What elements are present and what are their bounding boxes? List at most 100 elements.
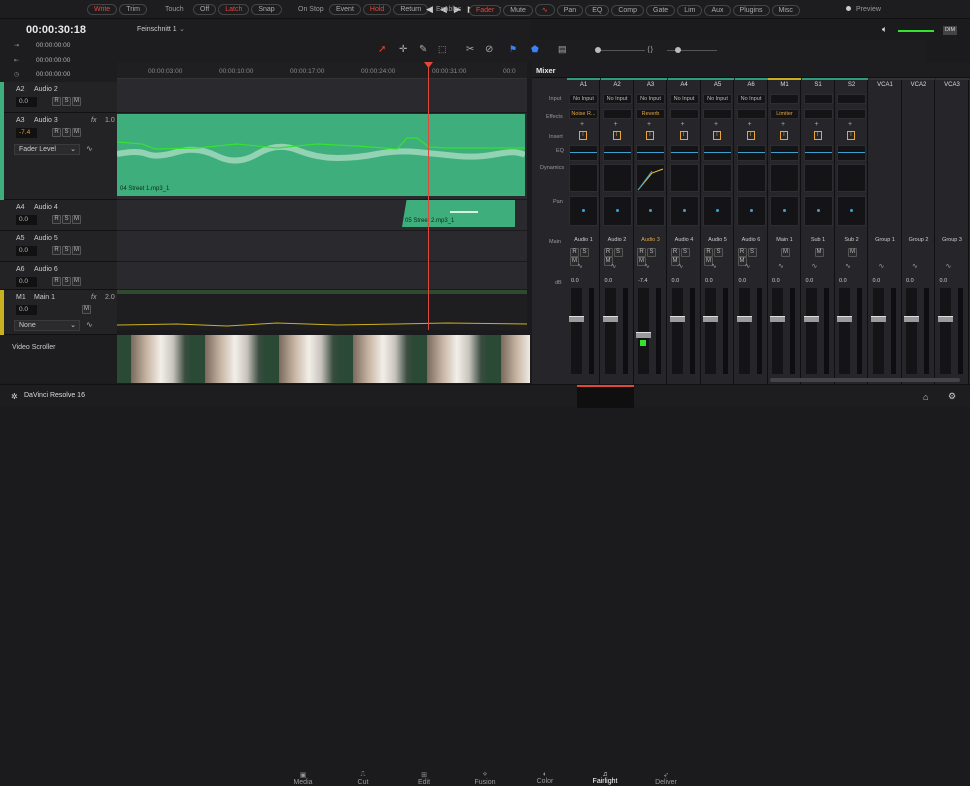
pan-control[interactable] <box>837 196 866 226</box>
mute-button[interactable]: M <box>848 248 857 257</box>
automation-curve-icon[interactable]: ∿ <box>912 262 918 270</box>
pencil-icon[interactable]: ✎ <box>419 44 427 55</box>
fader-track[interactable] <box>839 288 850 374</box>
fx-icon[interactable]: fx <box>91 294 96 301</box>
automation-curve-icon[interactable]: ∿ <box>845 262 851 270</box>
fader-track[interactable] <box>671 288 683 374</box>
fader-track[interactable] <box>705 288 716 374</box>
add-effect-icon[interactable]: + <box>681 121 685 128</box>
add-effect-icon[interactable]: + <box>614 121 618 128</box>
track-volume[interactable]: -7.4 <box>16 128 37 138</box>
pointer-icon[interactable]: ➚ <box>378 44 386 55</box>
onstop-return-button[interactable]: Return <box>393 4 429 15</box>
home-icon[interactable]: ⌂ <box>923 392 928 402</box>
dynamics-graph[interactable] <box>602 164 632 192</box>
video-scroller[interactable] <box>117 335 530 383</box>
solo-button[interactable]: S <box>62 277 71 286</box>
eq-graph[interactable] <box>569 145 598 161</box>
automation-curve-icon[interactable]: ∿ <box>86 144 93 153</box>
mute-button[interactable]: M <box>814 248 824 257</box>
horizontal-zoom-icon[interactable]: ⟨⟩ <box>647 45 653 54</box>
enable-comp-button[interactable]: Comp <box>611 5 645 16</box>
record-arm-button[interactable]: R <box>637 248 646 257</box>
timeline-ruler[interactable]: 00:00:03:00 00:00:10:00 00:00:17:00 00:0… <box>117 62 527 79</box>
input-selector[interactable]: No Input <box>602 94 632 104</box>
track-name[interactable]: Audio 3 <box>34 117 58 124</box>
insert-toggle[interactable]: I <box>746 131 755 140</box>
automation-mode-dropdown[interactable]: None ⌄ <box>14 320 80 331</box>
razor-icon[interactable]: ✂ <box>466 44 474 55</box>
track-name[interactable]: Audio 2 <box>34 86 58 93</box>
enable-eq-button[interactable]: EQ <box>585 5 610 16</box>
fader-track[interactable] <box>939 288 951 374</box>
pan-control[interactable] <box>803 196 833 226</box>
touch-latch-button[interactable]: Latch <box>218 4 250 15</box>
select-icon[interactable]: ⬚ <box>438 44 447 55</box>
lane-a2[interactable] <box>117 82 527 113</box>
automation-curve-icon[interactable]: ∿ <box>812 262 818 270</box>
mute-button[interactable]: M <box>72 246 81 255</box>
solo-button[interactable]: S <box>62 97 71 106</box>
onstop-hold-button[interactable]: Hold <box>362 4 392 15</box>
main-bus-lane[interactable] <box>117 290 527 330</box>
dim-button[interactable]: DIM <box>943 26 957 35</box>
record-arm-button[interactable]: R <box>570 248 579 257</box>
fader-handle[interactable] <box>803 316 819 322</box>
insert-toggle[interactable]: I <box>679 131 688 140</box>
record-arm-button[interactable]: R <box>603 248 613 257</box>
insert-toggle[interactable]: I <box>646 131 654 140</box>
effect-slot[interactable] <box>669 109 699 119</box>
record-arm-button[interactable]: R <box>670 248 680 257</box>
insert-toggle[interactable]: I <box>612 131 621 140</box>
lane-a6[interactable] <box>117 262 527 290</box>
mute-button[interactable]: M <box>72 215 81 224</box>
record-arm-button[interactable]: R <box>52 246 61 255</box>
track-volume[interactable]: 0.0 <box>16 246 37 256</box>
dynamics-graph[interactable] <box>569 164 598 192</box>
mute-button[interactable]: M <box>72 128 81 137</box>
add-effect-icon[interactable]: + <box>815 121 819 128</box>
eq-graph[interactable] <box>669 145 699 161</box>
range-select-icon[interactable]: ✛ <box>399 44 407 55</box>
zoom-slider-handle[interactable] <box>595 47 601 53</box>
pan-control[interactable] <box>669 196 699 226</box>
input-selector[interactable]: No Input <box>736 94 766 104</box>
marker-icon[interactable]: ⬟ <box>531 44 539 55</box>
eq-graph[interactable] <box>736 145 766 161</box>
automation-curve-icon[interactable]: ∿ <box>778 262 784 270</box>
track-name[interactable]: Audio 5 <box>34 235 58 242</box>
fx-icon[interactable]: fx <box>91 117 96 124</box>
mute-button[interactable]: M <box>72 97 81 106</box>
fader-handle[interactable] <box>870 316 886 322</box>
solo-button[interactable]: S <box>647 248 656 257</box>
eq-graph[interactable] <box>837 145 866 161</box>
dynamics-graph[interactable] <box>736 164 766 192</box>
record-arm-button[interactable]: R <box>52 277 61 286</box>
fader-track[interactable] <box>906 288 917 374</box>
audio-clip-2[interactable]: 05 Street 2.mp3_1 <box>402 200 515 227</box>
dynamics-graph[interactable] <box>669 164 699 192</box>
chevron-down-icon[interactable]: ⌄ <box>179 25 185 33</box>
enable-mute-button[interactable]: Mute <box>503 5 533 16</box>
solo-button[interactable]: S <box>613 248 623 257</box>
eq-graph[interactable] <box>602 145 632 161</box>
dynamics-graph[interactable] <box>636 164 665 192</box>
track-name[interactable]: Audio 6 <box>34 266 58 273</box>
solo-button[interactable]: S <box>747 248 757 257</box>
input-selector[interactable] <box>803 94 833 104</box>
solo-button[interactable]: S <box>714 248 723 257</box>
timeline-name-dropdown[interactable]: Feinschnitt 1 <box>137 26 177 33</box>
automation-curve-icon[interactable]: ∿ <box>946 262 952 270</box>
dynamics-graph[interactable] <box>837 164 866 192</box>
dynamics-graph[interactable] <box>770 164 799 192</box>
solo-button[interactable]: S <box>62 128 71 137</box>
record-arm-button[interactable]: R <box>52 215 61 224</box>
touch-off-button[interactable]: Off <box>193 4 217 15</box>
fader-track[interactable] <box>738 288 750 374</box>
write-button[interactable]: Write <box>87 4 118 15</box>
preview-toggle[interactable] <box>846 6 851 11</box>
pan-control[interactable] <box>569 196 598 226</box>
page-tab-edit[interactable]: ⊞ Edit <box>399 771 449 786</box>
fader-handle[interactable] <box>736 316 752 322</box>
monitor-volume-slider[interactable] <box>898 30 934 32</box>
